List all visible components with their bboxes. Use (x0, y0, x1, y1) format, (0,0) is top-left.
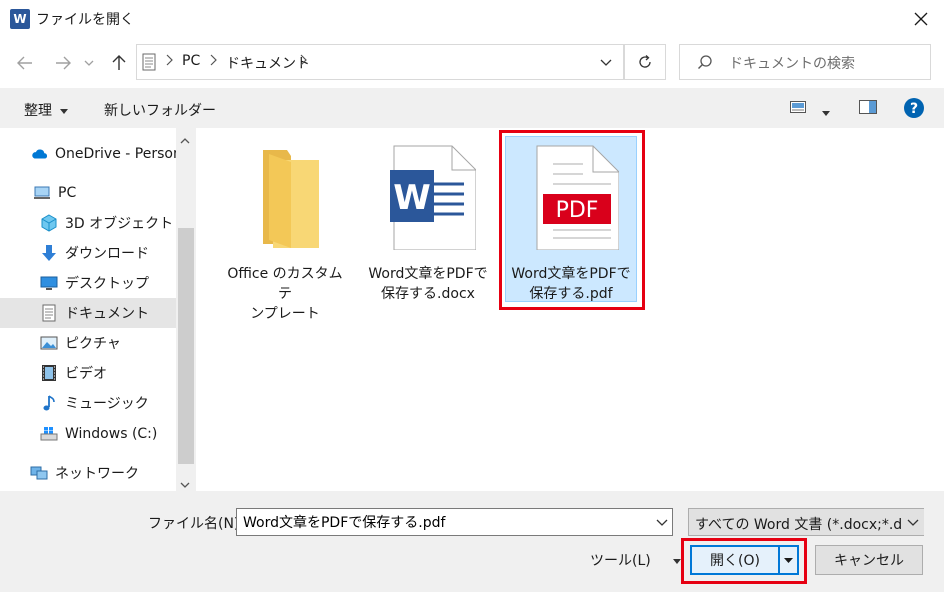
window-title: ファイルを開く (36, 12, 134, 28)
drive-icon (40, 425, 58, 443)
navigation-pane: OneDrive - Person PC 3D オブジェクト ダウンロード デス… (0, 128, 196, 491)
arrow-right-icon (56, 56, 71, 70)
breadcrumb-separator-icon (166, 54, 174, 70)
breadcrumb-pc[interactable]: PC (182, 53, 200, 69)
folder-icon (263, 150, 319, 248)
sidebar-item-windows-drive[interactable]: Windows (C:) (0, 419, 176, 449)
music-icon (40, 394, 58, 412)
address-history-dropdown[interactable] (590, 44, 622, 80)
filetype-dropdown[interactable] (902, 509, 924, 535)
sidebar-item-label: Windows (C:) (65, 426, 158, 442)
view-options-button[interactable] (790, 100, 806, 118)
chevron-down-icon (84, 60, 94, 66)
file-name: Word文章をPDFで 保存する.docx (368, 266, 488, 302)
svg-text:W: W (393, 178, 431, 218)
preview-pane-button[interactable] (859, 100, 877, 118)
chevron-down-icon (907, 519, 919, 526)
cancel-button[interactable]: キャンセル (815, 545, 923, 575)
caret-down-icon (60, 108, 69, 114)
sidebar-item-onedrive[interactable]: OneDrive - Person (0, 139, 182, 169)
highlight-box-pdf-file (499, 130, 645, 310)
3d-objects-icon (40, 214, 58, 232)
svg-text:?: ? (910, 101, 918, 117)
sidebar-item-label: PC (58, 185, 77, 201)
forward-button[interactable] (49, 48, 77, 78)
sidebar-item-label: ビデオ (65, 366, 107, 382)
filename-input[interactable] (236, 508, 673, 536)
word-app-icon: W (10, 9, 30, 29)
sidebar-item-music[interactable]: ミュージック (0, 388, 176, 418)
sidebar-item-downloads[interactable]: ダウンロード (0, 238, 176, 268)
pc-icon (33, 184, 51, 202)
organize-button[interactable]: 整理 (24, 100, 69, 120)
filename-label: ファイル名(N): (148, 516, 245, 532)
search-icon (697, 54, 713, 74)
file-item-word-docx[interactable]: W Word文章をPDFで 保存する.docx (364, 144, 492, 304)
title-bar (0, 0, 944, 38)
word-doc-icon: W (390, 145, 477, 251)
video-icon (40, 364, 58, 382)
close-icon (914, 12, 928, 26)
sidebar-item-label: ドキュメント (65, 306, 149, 322)
sidebar-item-videos[interactable]: ビデオ (0, 358, 176, 388)
search-input-placeholder[interactable]: ドキュメントの検索 (729, 53, 855, 73)
file-item-office-templates[interactable]: Office のカスタム テンプレート (221, 144, 349, 324)
chevron-down-icon (600, 59, 612, 66)
scroll-down-icon[interactable] (180, 476, 190, 492)
file-name: Office のカスタム テンプレート (227, 266, 343, 322)
breadcrumb-documents[interactable]: ドキュメント (226, 53, 310, 73)
help-icon: ? (904, 98, 924, 118)
filename-dropdown[interactable] (651, 509, 673, 535)
sidebar-item-pictures[interactable]: ピクチャ (0, 328, 176, 358)
sidebar-item-label: 3D オブジェクト (65, 216, 174, 232)
organize-label: 整理 (24, 103, 52, 119)
highlight-box-open-button (681, 538, 807, 584)
onedrive-icon (30, 145, 48, 163)
sidebar-item-label: OneDrive - Person (55, 146, 182, 162)
recent-locations-button[interactable] (80, 48, 98, 78)
sidebar-item-label: ダウンロード (65, 246, 149, 262)
scroll-up-icon[interactable] (180, 132, 190, 148)
documents-icon (40, 304, 58, 322)
refresh-icon (639, 55, 651, 68)
refresh-button[interactable] (624, 44, 666, 80)
sidebar-item-label: デスクトップ (65, 276, 149, 292)
view-dropdown-button[interactable] (822, 104, 830, 120)
network-icon (30, 464, 48, 482)
back-button[interactable] (11, 48, 39, 78)
new-folder-button[interactable]: 新しいフォルダー (104, 100, 216, 120)
chevron-down-icon (656, 519, 668, 526)
close-button[interactable] (904, 4, 938, 34)
sidebar-item-3d-objects[interactable]: 3D オブジェクト (0, 208, 176, 238)
download-icon (40, 244, 58, 262)
filetype-select[interactable]: すべての Word 文書 (*.docx;*.doc (688, 508, 924, 536)
tools-label: ツール(L) (590, 553, 651, 569)
up-button[interactable] (105, 48, 133, 78)
sidebar-item-network[interactable]: ネットワーク (0, 458, 176, 488)
scrollbar-thumb[interactable] (178, 228, 194, 464)
breadcrumb-separator-icon[interactable] (300, 54, 308, 70)
caret-down-icon (822, 111, 830, 116)
view-icon (790, 101, 806, 113)
caret-down-icon (673, 558, 682, 564)
sidebar-item-label: ネットワーク (55, 466, 139, 482)
help-button[interactable]: ? (904, 98, 924, 122)
tools-button[interactable]: ツール(L) (590, 550, 682, 570)
sidebar-item-label: ピクチャ (65, 336, 121, 352)
desktop-icon (40, 274, 58, 292)
sidebar-item-desktop[interactable]: デスクトップ (0, 268, 176, 298)
preview-pane-icon (859, 100, 877, 114)
breadcrumb-separator-icon (210, 54, 218, 70)
sidebar-item-label: ミュージック (65, 396, 149, 412)
sidebar-item-documents[interactable]: ドキュメント (0, 298, 176, 328)
arrow-left-icon (17, 56, 32, 70)
arrow-up-icon (112, 55, 126, 70)
sidebar-item-pc[interactable]: PC (0, 178, 176, 208)
document-location-icon (142, 53, 156, 75)
pictures-icon (40, 334, 58, 352)
